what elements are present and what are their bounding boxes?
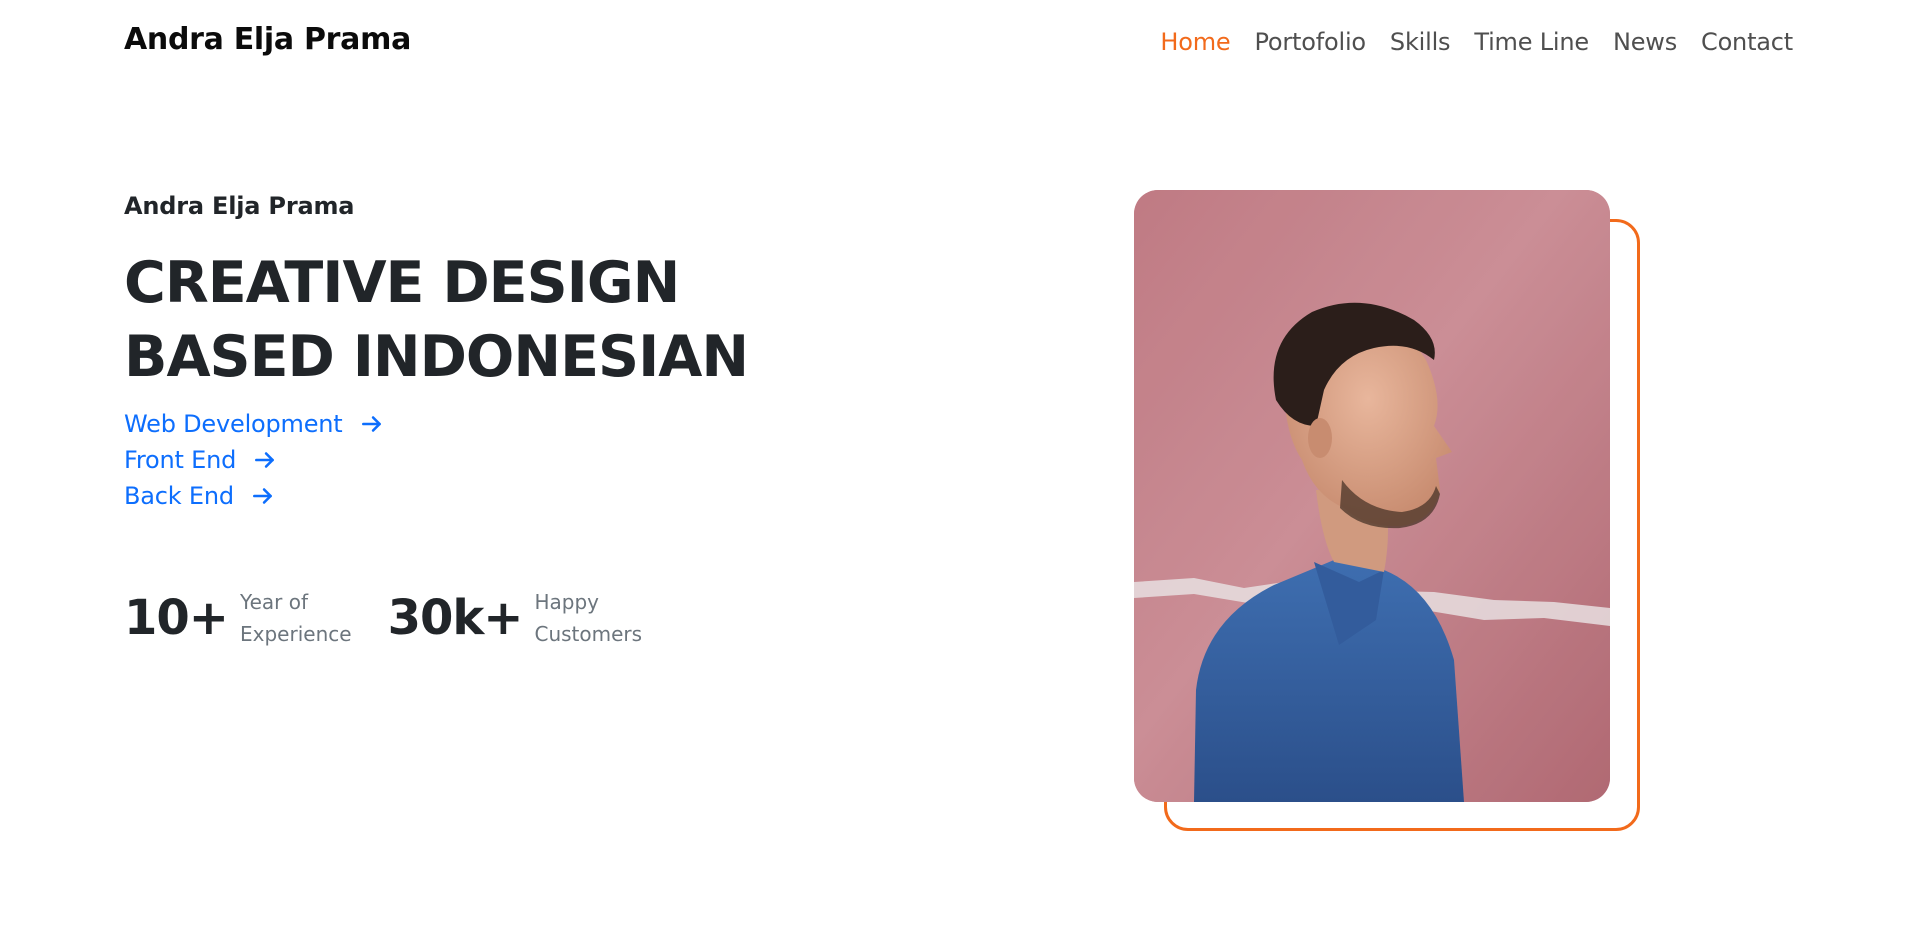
main-nav: Home Portofolio Skills Time Line News Co… bbox=[1160, 28, 1793, 56]
nav-link-home[interactable]: Home bbox=[1160, 28, 1230, 56]
stat-number: 10+ bbox=[124, 590, 229, 646]
service-label: Web Development bbox=[124, 410, 343, 438]
stat-label: Year of Experience bbox=[240, 586, 352, 650]
portrait-illustration bbox=[1134, 190, 1610, 802]
page: Andra Elja Prama Home Portofolio Skills … bbox=[0, 0, 1910, 927]
hero-name: Andra Elja Prama bbox=[124, 192, 355, 220]
stat-label-line-1: Happy bbox=[534, 590, 600, 614]
nav-item-contact: Contact bbox=[1701, 28, 1793, 56]
service-item: Front End bbox=[124, 442, 385, 478]
services-list: Web Development Front End Back End bbox=[124, 406, 385, 514]
stat-label: Happy Customers bbox=[535, 586, 643, 650]
nav-item-skills: Skills bbox=[1390, 28, 1451, 56]
nav-link-timeline[interactable]: Time Line bbox=[1474, 28, 1589, 56]
hero-title-line-2: BASED INDONESIAN bbox=[124, 324, 749, 390]
stat-number: 30k+ bbox=[387, 590, 524, 646]
arrow-right-icon bbox=[255, 452, 275, 468]
service-label: Front End bbox=[124, 446, 237, 474]
nav-item-news: News bbox=[1613, 28, 1677, 56]
nav-item-portofolio: Portofolio bbox=[1254, 28, 1366, 56]
stat-label-line-1: Year of bbox=[240, 590, 308, 614]
service-label: Back End bbox=[124, 482, 234, 510]
service-link-front-end[interactable]: Front End bbox=[124, 446, 278, 474]
hero-title: CREATIVE DESIGN BASED INDONESIAN bbox=[124, 246, 749, 394]
arrow-right-icon bbox=[252, 488, 272, 504]
stat-label-line-2: Customers bbox=[534, 622, 643, 646]
nav-link-portofolio[interactable]: Portofolio bbox=[1254, 28, 1366, 56]
service-link-web-development[interactable]: Web Development bbox=[124, 410, 385, 438]
nav-item-timeline: Time Line bbox=[1474, 28, 1589, 56]
stat-experience: 10+ Year of Experience bbox=[124, 586, 352, 650]
service-item: Web Development bbox=[124, 406, 385, 442]
nav-link-news[interactable]: News bbox=[1613, 28, 1677, 56]
hero-title-line-1: CREATIVE DESIGN bbox=[124, 250, 680, 316]
nav-item-home: Home bbox=[1160, 28, 1230, 56]
stats-row: 10+ Year of Experience 30k+ Happy Custom… bbox=[124, 586, 642, 650]
arrow-right-icon bbox=[361, 416, 381, 432]
stat-customers: 30k+ Happy Customers bbox=[388, 586, 643, 650]
service-link-back-end[interactable]: Back End bbox=[124, 482, 276, 510]
portrait-photo bbox=[1134, 190, 1610, 802]
brand-logo[interactable]: Andra Elja Prama bbox=[124, 22, 411, 57]
nav-link-skills[interactable]: Skills bbox=[1390, 28, 1451, 56]
nav-link-contact[interactable]: Contact bbox=[1701, 28, 1793, 56]
service-item: Back End bbox=[124, 478, 385, 514]
stat-label-line-2: Experience bbox=[240, 622, 352, 646]
